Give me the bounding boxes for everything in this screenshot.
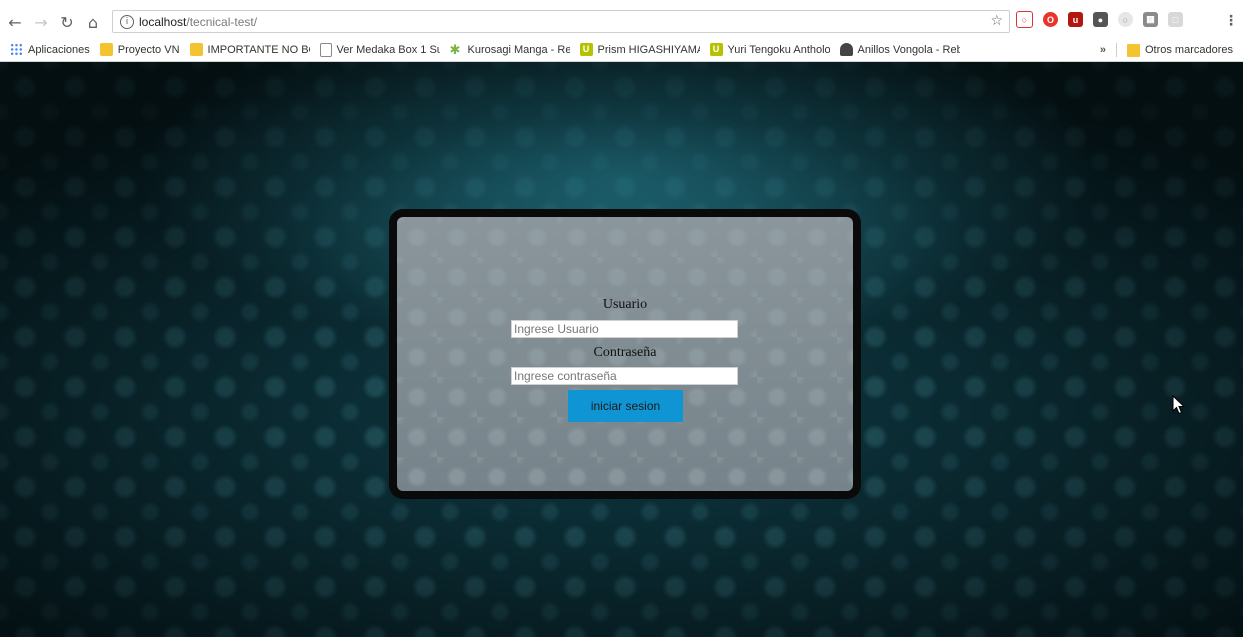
extensions-area: ○ O u ● ○ ▦ □ bbox=[1016, 11, 1193, 28]
back-arrow-icon[interactable]: ← bbox=[4, 11, 26, 33]
ublock-icon[interactable]: u bbox=[1068, 12, 1083, 27]
login-panel: Usuario Contraseña iniciar sesion bbox=[397, 217, 853, 491]
opera-icon[interactable]: O bbox=[1043, 12, 1058, 27]
bookmark-label: IMPORTANTE NO BO bbox=[207, 43, 310, 56]
browser-toolbar: ← → ↻ ⌂ i localhost/tecnical-test/ ☆ ○ O… bbox=[0, 8, 1243, 36]
bookmark-item-importante[interactable]: IMPORTANTE NO BO bbox=[189, 43, 310, 56]
bookmark-item-aplicaciones[interactable]: Aplicaciones bbox=[10, 43, 90, 56]
page-background: Usuario Contraseña iniciar sesion bbox=[0, 62, 1243, 637]
u-icon: U bbox=[579, 43, 593, 56]
bookmark-label: Proyecto VN bbox=[117, 43, 180, 56]
star-green-icon: ✱ bbox=[449, 43, 461, 56]
u-icon: U bbox=[709, 43, 723, 56]
address-bar[interactable]: i localhost/tecnical-test/ ☆ bbox=[112, 10, 1010, 33]
bookmark-item-yuri-tengoku[interactable]: U Yuri Tengoku Antholo bbox=[709, 43, 830, 56]
bookmarks-bar: Aplicaciones Proyecto VN IMPORTANTE NO B… bbox=[0, 38, 1243, 62]
extension-gray-icon[interactable]: ○ bbox=[1118, 12, 1133, 27]
bookmark-label: Kurosagi Manga - Re bbox=[467, 43, 570, 56]
bookmark-item-proyecto-vn[interactable]: Proyecto VN bbox=[99, 43, 180, 56]
password-label: Contraseña bbox=[593, 345, 657, 360]
user-input[interactable] bbox=[511, 320, 738, 338]
bookmark-star-icon[interactable]: ☆ bbox=[990, 13, 1003, 29]
url-path: /tecnical-test/ bbox=[186, 14, 258, 29]
user-label: Usuario bbox=[602, 297, 648, 312]
page-icon bbox=[319, 42, 332, 57]
hat-icon bbox=[839, 43, 853, 56]
bookmark-item-medaka-box[interactable]: Ver Medaka Box 1 Su bbox=[319, 42, 440, 57]
info-icon[interactable]: i bbox=[120, 14, 134, 29]
home-icon[interactable]: ⌂ bbox=[82, 11, 104, 33]
bookmarks-right: » Otros marcadores bbox=[1100, 38, 1233, 61]
other-bookmarks[interactable]: Otros marcadores bbox=[1145, 44, 1233, 56]
reload-icon[interactable]: ↻ bbox=[56, 11, 78, 33]
login-frame: Usuario Contraseña iniciar sesion bbox=[389, 209, 861, 499]
bookmark-label: Ver Medaka Box 1 Su bbox=[336, 43, 440, 56]
folder-icon bbox=[1126, 43, 1140, 57]
extension-pdf-icon[interactable]: □ bbox=[1168, 12, 1183, 27]
bookmarks-separator bbox=[1115, 43, 1117, 57]
bookmarks-overflow-chevron[interactable]: » bbox=[1100, 44, 1106, 56]
bookmark-label: Aplicaciones bbox=[28, 43, 90, 56]
bookmark-item-anillos-vongola[interactable]: Anillos Vongola - Reb bbox=[839, 43, 960, 56]
tab-strip bbox=[0, 0, 1243, 8]
mouse-cursor-icon bbox=[1172, 395, 1186, 415]
bookmark-item-kurosagi[interactable]: ✱ Kurosagi Manga - Re bbox=[450, 43, 570, 56]
url-host: localhost bbox=[139, 14, 187, 29]
extension-red-icon[interactable]: ○ bbox=[1016, 11, 1033, 28]
bookmark-label: Yuri Tengoku Antholo bbox=[727, 43, 830, 56]
bookmark-label: Anillos Vongola - Reb bbox=[857, 43, 960, 56]
bookmark-label: Prism HIGASHIYAMA bbox=[597, 43, 700, 56]
login-button[interactable]: iniciar sesion bbox=[568, 390, 683, 422]
login-form: Usuario Contraseña iniciar sesion bbox=[397, 217, 853, 491]
extension-grid-icon[interactable]: ▦ bbox=[1143, 12, 1158, 27]
menu-dots-icon[interactable]: ⋮ bbox=[1224, 13, 1238, 29]
incognito-extension-icon[interactable]: ● bbox=[1093, 12, 1108, 27]
forward-arrow-icon[interactable]: → bbox=[30, 11, 52, 33]
folder-icon bbox=[189, 43, 203, 56]
bookmark-item-prism[interactable]: U Prism HIGASHIYAMA bbox=[579, 43, 700, 56]
apps-icon bbox=[10, 43, 23, 56]
folder-icon bbox=[99, 43, 113, 56]
password-input[interactable] bbox=[511, 367, 738, 385]
